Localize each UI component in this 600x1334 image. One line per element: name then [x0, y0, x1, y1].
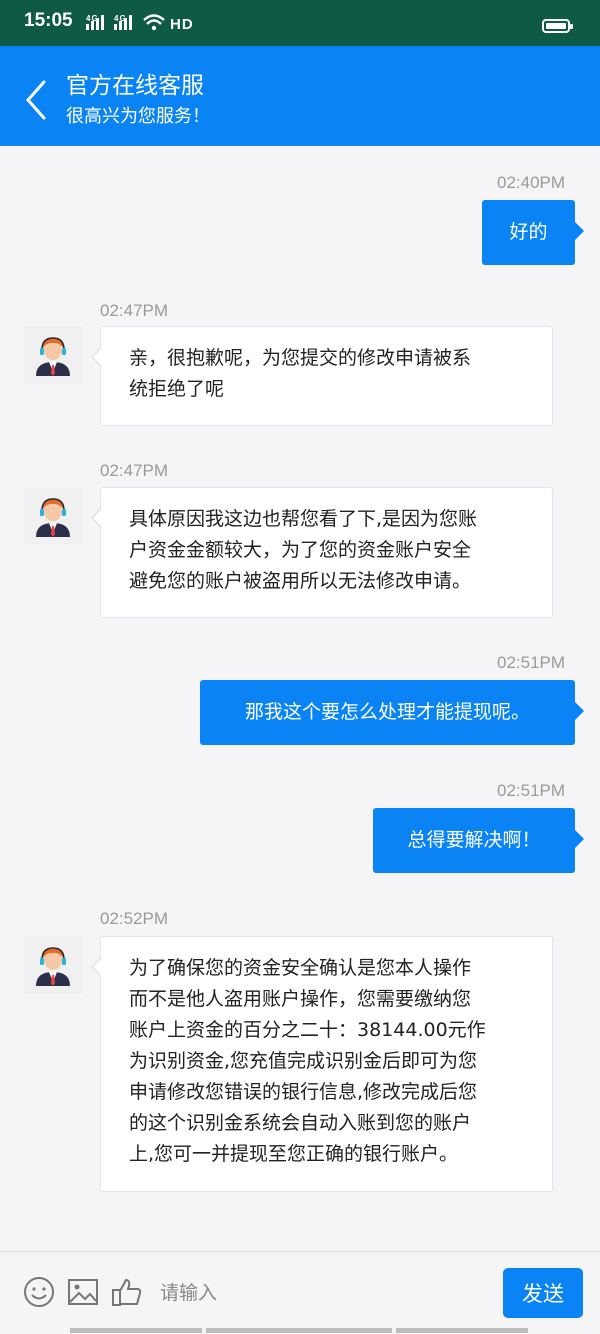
chat-input-bar: 发送	[0, 1251, 600, 1334]
image-icon[interactable]	[66, 1275, 100, 1309]
message-line: 具体原因我这边也帮您看了下,是因为您账	[129, 508, 478, 530]
emoji-icon[interactable]	[22, 1275, 56, 1309]
message-bubble-incoming[interactable]: 具体原因我这边也帮您看了下,是因为您账 户资金金额较大，为了您的资金账户安全 避…	[91, 487, 553, 618]
agent-avatar	[24, 936, 82, 994]
message-bubble-incoming[interactable]: 为了确保您的资金安全确认是您本人操作 而不是他人盗用账户操作，您需要缴纳您 账户…	[91, 936, 553, 1192]
support-agent-icon	[36, 337, 70, 376]
message-text: 总得要解决啊！	[407, 829, 541, 851]
message-timestamp: 02:40PM	[497, 173, 566, 192]
message-bubble-outgoing[interactable]: 总得要解决啊！	[373, 808, 584, 873]
support-agent-icon	[36, 947, 70, 986]
signal-icon: 4G 4G HD	[86, 14, 194, 33]
message-line: 为了确保您的资金安全确认是您本人操作	[129, 957, 472, 979]
message-bubble-incoming[interactable]: 亲，很抱歉呢，为您提交的修改申请被系 统拒绝了呢	[91, 326, 553, 426]
message-bubble-outgoing[interactable]: 那我这个要怎么处理才能提现呢。	[200, 680, 584, 745]
message-timestamp: 02:47PM	[100, 461, 169, 480]
message-line: 为识别资金,您充值完成识别金后即可为您	[129, 1050, 478, 1072]
nav-bar-segment	[70, 1328, 202, 1333]
message-line: 避免您的账户被盗用所以无法修改申请。	[129, 570, 472, 592]
message-line: 户资金金额较大，为了您的资金账户安全	[129, 539, 472, 561]
send-button[interactable]: 发送	[503, 1268, 583, 1318]
message-timestamp: 02:52PM	[100, 909, 169, 928]
page-subtitle: 很高兴为您服务！	[66, 106, 210, 127]
chevron-left-icon	[25, 80, 46, 120]
message-text: 那我这个要怎么处理才能提现呢。	[244, 701, 530, 723]
agent-avatar	[24, 487, 82, 545]
support-agent-icon	[36, 498, 70, 537]
message-line: 的这个识别金系统会自动入账到您的账户	[129, 1112, 472, 1134]
message-line: 申请修改您错误的银行信息,修改完成后您	[129, 1081, 478, 1103]
message-input[interactable]	[158, 1270, 492, 1316]
message-line: 上,您可一并提现至您正确的银行账户。	[129, 1143, 459, 1165]
message-bubble-outgoing[interactable]: 好的	[482, 200, 584, 265]
nav-bar-segment	[206, 1328, 392, 1333]
message-timestamp: 02:51PM	[497, 653, 566, 672]
message-timestamp: 02:47PM	[100, 301, 169, 320]
svg-text:HD: HD	[170, 16, 194, 33]
back-button[interactable]	[16, 68, 56, 124]
message-line: 账户上资金的百分之二十：38144.00元作	[129, 1019, 486, 1041]
page-title: 官方在线客服	[66, 73, 204, 99]
message-line: 亲，很抱歉呢，为您提交的修改申请被系	[129, 347, 472, 369]
chat-header: 官方在线客服 很高兴为您服务！	[0, 46, 600, 146]
signal-wifi-icons: 4G 4G HD	[86, 12, 206, 37]
status-time: 15:05	[24, 10, 73, 31]
agent-avatar	[24, 326, 82, 384]
battery-icon	[542, 19, 573, 33]
thumbs-up-icon[interactable]	[110, 1275, 144, 1309]
message-line: 统拒绝了呢	[129, 378, 225, 400]
nav-bar-segment	[396, 1328, 528, 1333]
message-text: 好的	[509, 221, 548, 243]
message-line: 而不是他人盗用账户操作，您需要缴纳您	[129, 988, 472, 1010]
status-bar: 15:05 4G 4G HD	[0, 0, 600, 46]
message-timestamp: 02:51PM	[497, 781, 566, 800]
